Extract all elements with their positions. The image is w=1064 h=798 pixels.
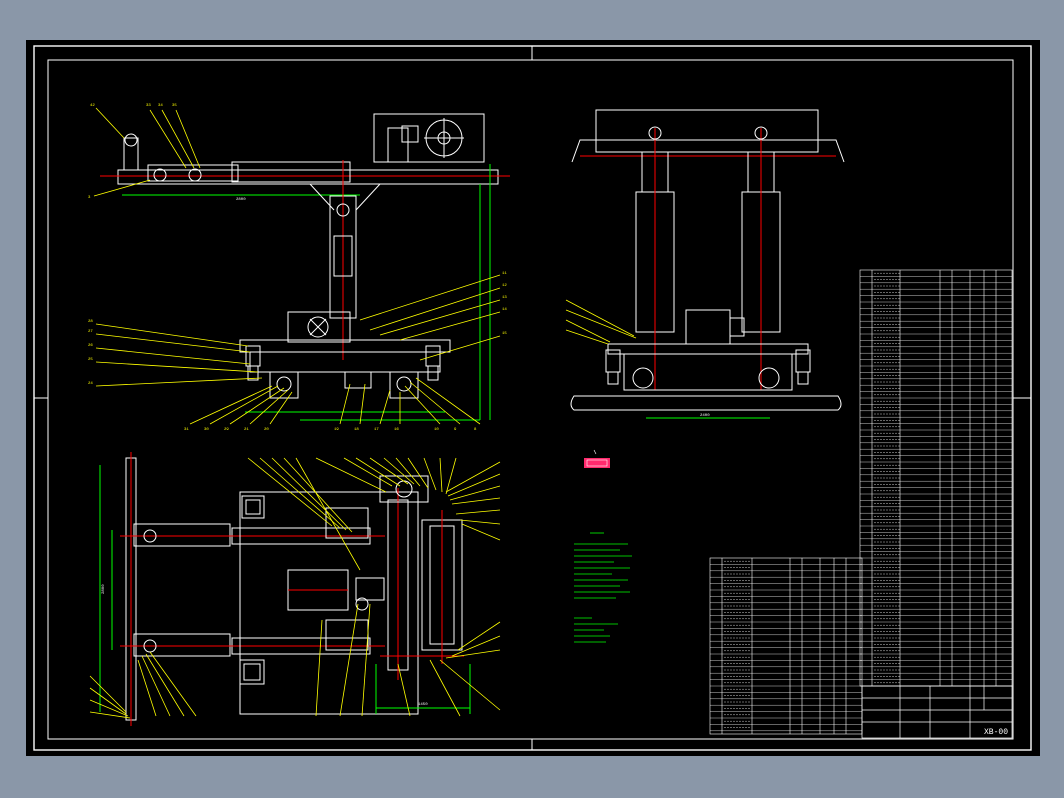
- svg-text:31: 31: [184, 428, 189, 432]
- svg-text:29: 29: [224, 428, 229, 432]
- svg-text:11: 11: [502, 272, 507, 276]
- svg-text:21: 21: [244, 428, 249, 432]
- svg-text:20: 20: [264, 428, 269, 432]
- svg-text:35: 35: [172, 104, 177, 108]
- drawing-number: XB-00: [984, 728, 1008, 737]
- svg-text:19: 19: [334, 428, 339, 432]
- svg-text:28: 28: [88, 320, 93, 324]
- cad-drawing-canvas: 42 33 34 35 3 2827262524 1112131415 31 30 29 2…: [26, 40, 1040, 756]
- dimension-plan-height: 2800: [102, 584, 106, 594]
- svg-text:15: 15: [502, 332, 507, 336]
- svg-text:33: 33: [146, 104, 151, 108]
- dimension-top-arm-length: 2800: [236, 198, 246, 202]
- svg-text:13: 13: [502, 296, 507, 300]
- svg-text:12: 12: [502, 284, 507, 288]
- svg-text:16: 16: [394, 428, 399, 432]
- svg-text:27: 27: [88, 330, 93, 334]
- svg-text:25: 25: [88, 358, 93, 362]
- svg-text:24: 24: [88, 382, 93, 386]
- svg-text:14: 14: [502, 308, 507, 312]
- svg-text:42: 42: [90, 104, 95, 108]
- dimension-side-base-width: 2400: [700, 414, 710, 418]
- svg-text:26: 26: [88, 344, 93, 348]
- svg-text:18: 18: [354, 428, 359, 432]
- svg-text:17: 17: [374, 428, 379, 432]
- svg-text:34: 34: [158, 104, 163, 108]
- dimension-plan-lower-width: 1450: [418, 703, 428, 707]
- svg-text:30: 30: [204, 428, 209, 432]
- svg-text:10: 10: [434, 428, 439, 432]
